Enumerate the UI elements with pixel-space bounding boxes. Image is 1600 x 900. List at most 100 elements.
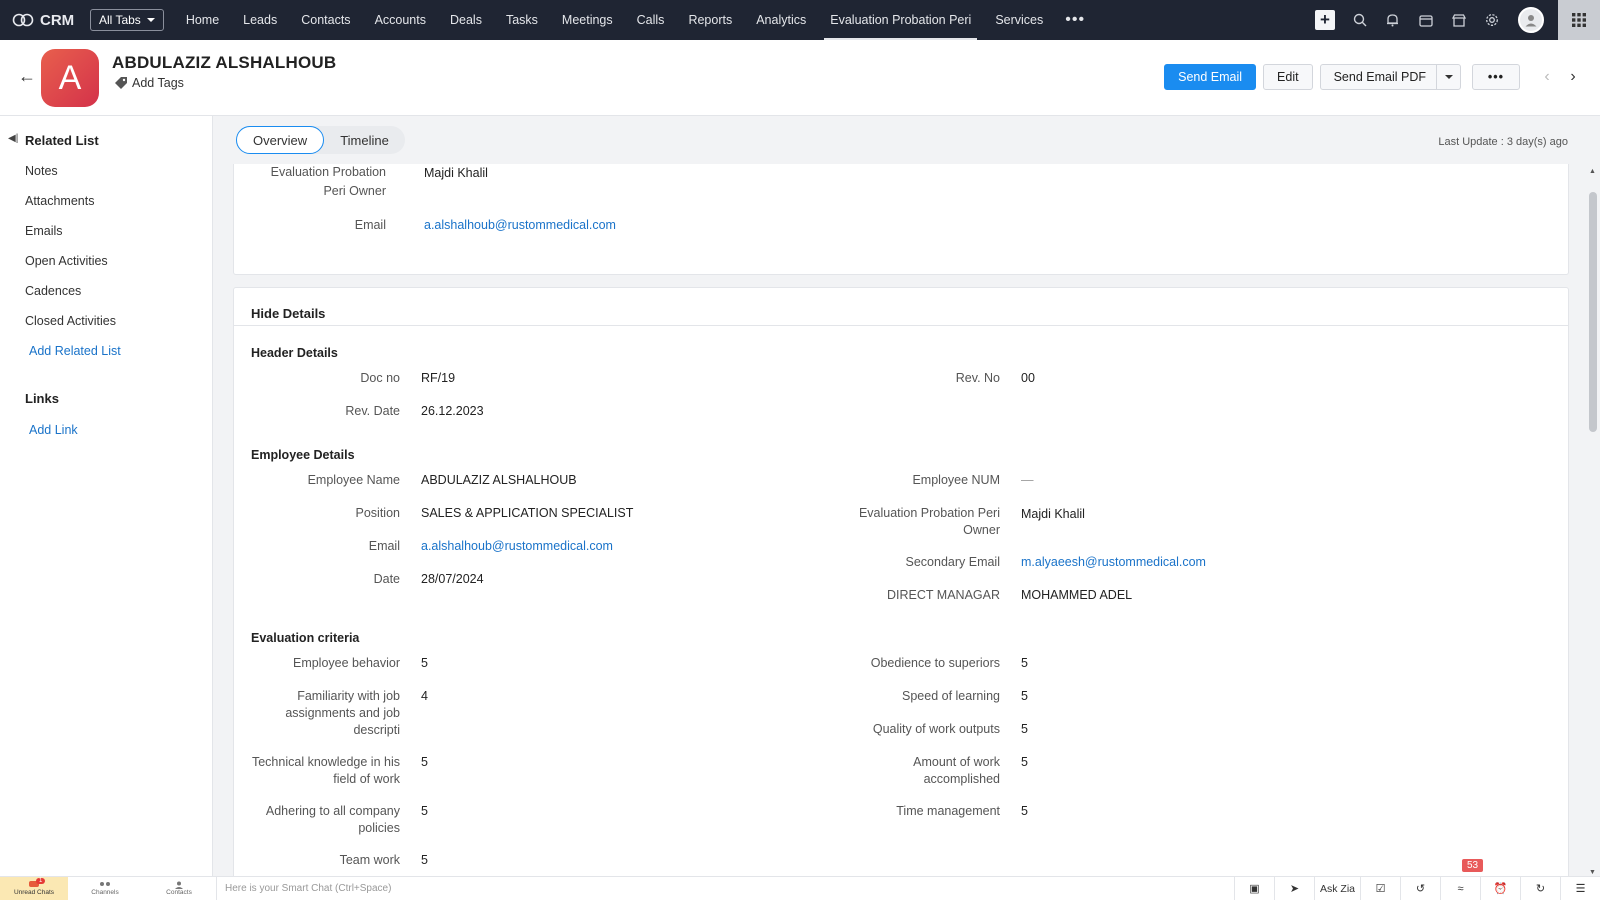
scroll-up-icon[interactable]: ▲ [1589,168,1596,175]
notification-count-badge[interactable]: 53 [1462,859,1484,872]
next-record-icon[interactable]: › [1560,68,1586,86]
doc-no-label: Doc no [360,371,400,385]
owner-value[interactable]: Majdi Khalil [1021,506,1085,523]
email-link[interactable]: a.alshalhoub@rustommedical.com [424,217,616,234]
announcement-icon[interactable]: ➤ [1274,876,1314,900]
undo-icon[interactable]: ↺ [1400,876,1440,900]
rev-no-value[interactable]: 00 [1021,370,1035,387]
sidebar-item-open-activities[interactable]: Open Activities [25,254,108,268]
speed-of-learning-value[interactable]: 5 [1021,688,1028,705]
doc-no-value[interactable]: RF/19 [421,370,455,387]
crm-logo[interactable]: CRM [0,12,86,29]
owner-label: Evaluation Probation Peri Owner [226,164,386,200]
obedience-value[interactable]: 5 [1021,655,1028,672]
secondary-email-link[interactable]: m.alyaeesh@rustommedical.com [1021,554,1206,571]
sidebar-item-closed-activities[interactable]: Closed Activities [25,314,116,328]
technical-label-line-1: Technical knowledge in his [251,755,400,769]
hide-details-toggle[interactable]: Hide Details [251,306,325,321]
nav-tab-home[interactable]: Home [174,0,231,40]
unread-chats-tab[interactable]: 1 Unread Chats [0,876,68,900]
divider [234,325,1568,326]
calendar-icon[interactable] [1409,0,1442,40]
feedback-icon[interactable]: ☑ [1360,876,1400,900]
direct-manager-label: DIRECT MANAGAR [887,588,1000,602]
nav-tab-analytics[interactable]: Analytics [744,0,818,40]
channels-tab[interactable]: Channels [68,877,142,900]
more-actions-button[interactable]: ••• [1472,64,1520,90]
bell-icon[interactable] [1376,0,1409,40]
date-value[interactable]: 28/07/2024 [421,571,484,588]
sidebar-item-notes[interactable]: Notes [25,164,58,178]
content-scrollbar[interactable]: ▲ ▼ [1586,164,1600,878]
contacts-label: Contacts [166,889,192,896]
direct-manager-value[interactable]: MOHAMMED ADEL [1021,587,1132,604]
translate-icon[interactable]: ≈ [1440,876,1480,900]
record-header: ← A ABDULAZIZ ALSHALHOUB Add Tags Send E… [0,40,1600,116]
nav-tab-tasks[interactable]: Tasks [494,0,550,40]
nav-tab-deals[interactable]: Deals [438,0,494,40]
nav-tab-meetings[interactable]: Meetings [550,0,625,40]
add-related-list-link[interactable]: Add Related List [29,344,121,358]
sidebar-item-attachments[interactable]: Attachments [25,194,94,208]
plus-icon[interactable]: + [1315,10,1335,30]
owner-label-line-2: Owner [963,523,1000,537]
sidebar-item-cadences[interactable]: Cadences [25,284,81,298]
email-label: Email [354,218,386,232]
gear-icon[interactable] [1475,0,1508,40]
adhering-value[interactable]: 5 [421,803,428,820]
nav-tabs: Home Leads Contacts Accounts Deals Tasks… [174,0,1095,40]
nav-tab-leads[interactable]: Leads [231,0,289,40]
checklist-icon[interactable]: ☰ [1560,876,1600,900]
alarm-icon[interactable]: ⏰ [1480,876,1520,900]
marketplace-icon[interactable] [1442,0,1475,40]
scrollbar-thumb[interactable] [1589,192,1597,432]
send-email-button[interactable]: Send Email [1164,64,1257,90]
back-arrow-icon[interactable]: ← [18,66,36,87]
tab-overview[interactable]: Overview [236,126,325,154]
nav-tab-calls[interactable]: Calls [625,0,677,40]
scroll-down-icon[interactable]: ▼ [1589,869,1596,876]
nav-tab-contacts[interactable]: Contacts [289,0,362,40]
amount-of-work-value[interactable]: 5 [1021,754,1028,771]
ask-zia-button[interactable]: Ask Zia [1314,876,1360,900]
nav-tab-services[interactable]: Services [983,0,1055,40]
speed-of-learning-label: Speed of learning [902,689,1000,703]
date-label: Date [373,572,400,586]
owner-value[interactable]: Majdi Khalil [424,165,488,182]
quality-value[interactable]: 5 [1021,721,1028,738]
email-link[interactable]: a.alshalhoub@rustommedical.com [421,538,613,555]
all-tabs-dropdown[interactable]: All Tabs [90,9,164,31]
nav-tab-evaluation-probation[interactable]: Evaluation Probation Peri [818,0,983,40]
quality-label: Quality of work outputs [872,722,1000,736]
contacts-tab[interactable]: Contacts [142,877,216,900]
employee-name-value[interactable]: ABDULAZIZ ALSHALHOUB [421,472,577,489]
search-icon[interactable] [1343,0,1376,40]
rev-date-value[interactable]: 26.12.2023 [421,403,484,420]
history-icon[interactable]: ↻ [1520,876,1560,900]
employee-behavior-value[interactable]: 5 [421,655,428,672]
time-management-value[interactable]: 5 [1021,803,1028,820]
collapse-sidebar-icon[interactable]: ◀| [8,133,18,144]
technical-knowledge-value[interactable]: 5 [421,754,428,771]
edit-button[interactable]: Edit [1263,64,1313,90]
nav-tab-reports[interactable]: Reports [676,0,744,40]
send-email-pdf-dropdown[interactable] [1436,65,1460,89]
position-value[interactable]: SALES & APPLICATION SPECIALIST [421,505,633,522]
previous-record-icon[interactable]: ‹ [1534,68,1560,86]
user-avatar[interactable] [1518,7,1544,33]
smart-chat-input[interactable]: Here is your Smart Chat (Ctrl+Space) [216,876,1234,900]
apps-grid-icon[interactable] [1558,0,1600,40]
employee-num-value[interactable]: — [1021,472,1034,489]
sidebar-item-emails[interactable]: Emails [25,224,63,238]
details-card: Hide Details Header Details Doc no RF/19… [233,287,1569,887]
familiarity-value[interactable]: 4 [421,688,428,705]
team-work-value[interactable]: 5 [421,852,428,869]
send-email-pdf-button[interactable]: Send Email PDF [1319,64,1461,90]
screen-share-icon[interactable]: ▣ [1234,876,1274,900]
nav-tab-accounts[interactable]: Accounts [363,0,438,40]
main-toolbar: Overview Timeline Last Update : 3 day(s)… [214,116,1600,164]
add-link[interactable]: Add Link [29,423,78,437]
add-tags-button[interactable]: Add Tags [114,76,184,90]
tab-timeline[interactable]: Timeline [324,126,405,154]
nav-more-button[interactable]: ••• [1055,11,1095,29]
